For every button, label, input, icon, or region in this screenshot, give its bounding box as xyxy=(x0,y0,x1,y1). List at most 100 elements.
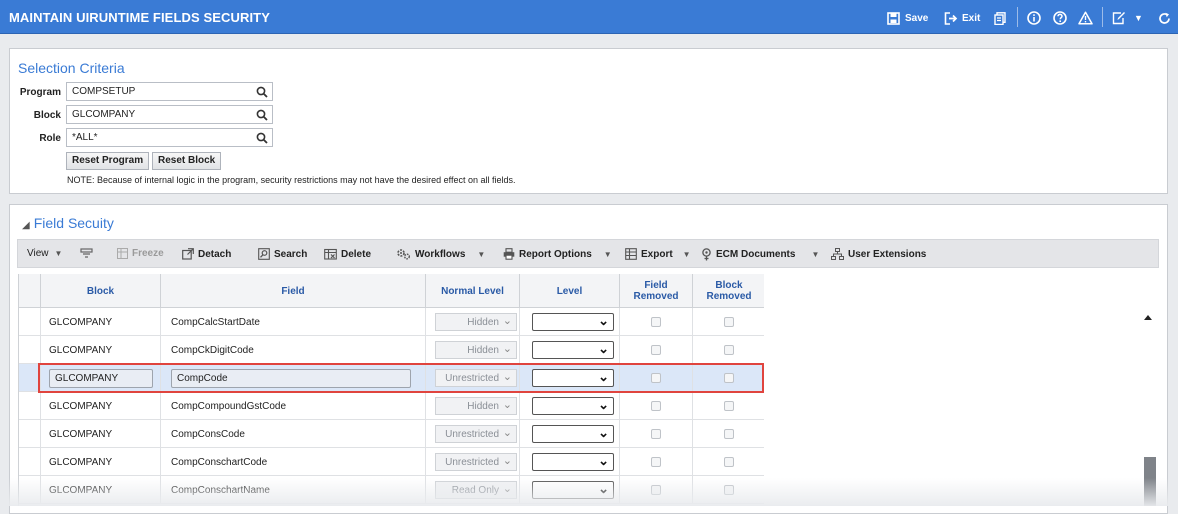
block-field[interactable]: GLCOMPANY xyxy=(66,105,273,124)
scroll-thumb[interactable] xyxy=(1144,457,1156,506)
level-select[interactable] xyxy=(532,313,614,331)
block-cell: GLCOMPANY xyxy=(49,344,113,356)
column-header-block[interactable]: Block xyxy=(41,274,161,308)
refresh-button[interactable] xyxy=(1158,9,1171,27)
export-menu[interactable]: Export ▼ xyxy=(625,248,691,260)
ecm-icon xyxy=(702,248,711,261)
row-selector[interactable] xyxy=(19,476,41,504)
document-icon xyxy=(994,11,1006,25)
save-label: Save xyxy=(905,12,929,24)
field-cell[interactable]: CompCode xyxy=(171,368,411,388)
workflows-menu[interactable]: Workflows ▼ xyxy=(396,248,485,260)
column-header-normal-level[interactable]: Normal Level xyxy=(426,274,520,308)
row-selector[interactable] xyxy=(19,336,41,364)
detach-button[interactable]: Detach xyxy=(182,248,231,260)
level-select[interactable] xyxy=(532,481,614,499)
view-label: View xyxy=(27,248,49,259)
field-removed-checkbox[interactable] xyxy=(651,429,661,439)
normal-level-select: Unrestricted xyxy=(435,453,517,471)
column-header-field-removed[interactable]: Field Removed xyxy=(620,274,693,308)
filter-icon xyxy=(80,248,93,258)
reset-program-button[interactable]: Reset Program xyxy=(66,152,150,170)
row-selector[interactable] xyxy=(19,308,41,336)
program-field[interactable]: COMPSETUP xyxy=(66,82,273,101)
user-extensions-button[interactable]: User Extensions xyxy=(831,248,926,260)
field-cell: CompConschartCode xyxy=(171,456,268,468)
column-header-text: Removed xyxy=(706,291,752,302)
block-removed-checkbox[interactable] xyxy=(724,373,734,383)
table-row[interactable]: GLCOMPANY CompCompoundGstCode Hidden xyxy=(19,392,764,420)
security-note: NOTE: Because of internal logic in the p… xyxy=(67,175,516,185)
report-options-label: Report Options xyxy=(519,248,592,260)
search-label: Search xyxy=(274,248,308,260)
program-value: COMPSETUP xyxy=(72,86,136,97)
save-button[interactable]: Save xyxy=(887,9,928,27)
field-removed-checkbox[interactable] xyxy=(651,345,661,355)
grid-toolbar: View ▼ Freeze Detach Search Delete Workf… xyxy=(17,239,1159,268)
role-value: *ALL* xyxy=(72,132,98,143)
block-cell[interactable]: GLCOMPANY xyxy=(49,368,153,388)
row-selector[interactable] xyxy=(19,392,41,420)
search-icon[interactable] xyxy=(256,86,268,98)
column-header-level[interactable]: Level xyxy=(520,274,620,308)
warning-button[interactable] xyxy=(1078,9,1093,27)
collapse-icon: ◢ xyxy=(22,220,30,231)
help-button[interactable] xyxy=(1053,9,1067,27)
page-title: MAINTAIN UIRUNTIME FIELDS SECURITY xyxy=(9,10,270,25)
freeze-icon xyxy=(117,248,128,259)
delete-button[interactable]: Delete xyxy=(324,248,371,260)
block-cell: GLCOMPANY xyxy=(49,400,113,412)
filter-button[interactable] xyxy=(80,248,93,260)
field-security-header[interactable]: ◢ Field Secuity xyxy=(22,215,114,231)
search-icon[interactable] xyxy=(256,109,268,121)
chevron-down-icon: ▼ xyxy=(477,249,486,259)
reset-block-button[interactable]: Reset Block xyxy=(152,152,222,170)
row-selector[interactable] xyxy=(19,420,41,448)
search-icon[interactable] xyxy=(256,132,268,144)
level-select[interactable] xyxy=(532,369,614,387)
table-row[interactable]: GLCOMPANY CompConschartCode Unrestricted xyxy=(19,448,764,476)
search-button[interactable]: Search xyxy=(258,248,307,260)
view-menu[interactable]: View ▼ xyxy=(27,248,62,259)
table-row[interactable]: GLCOMPANY CompConschartName Read Only xyxy=(19,476,764,504)
column-header-text: Field xyxy=(644,280,668,291)
table-row-selected[interactable]: GLCOMPANY CompCode Unrestricted xyxy=(19,364,764,392)
table-row[interactable]: GLCOMPANY CompConsCode Unrestricted xyxy=(19,420,764,448)
field-removed-checkbox[interactable] xyxy=(651,317,661,327)
block-removed-checkbox[interactable] xyxy=(724,457,734,467)
field-removed-checkbox[interactable] xyxy=(651,457,661,467)
level-select[interactable] xyxy=(532,341,614,359)
level-select[interactable] xyxy=(532,453,614,471)
table-row[interactable]: GLCOMPANY CompCkDigitCode Hidden xyxy=(19,336,764,364)
info-icon xyxy=(1027,11,1041,25)
edit-menu-button[interactable]: ▼ xyxy=(1112,9,1143,27)
level-select[interactable] xyxy=(532,397,614,415)
grid-scrollbar[interactable] xyxy=(1141,309,1158,506)
table-row[interactable]: GLCOMPANY CompCalcStartDate Hidden xyxy=(19,308,764,336)
column-header-block-removed[interactable]: Block Removed xyxy=(693,274,764,308)
row-selector[interactable] xyxy=(19,448,41,476)
block-removed-checkbox[interactable] xyxy=(724,317,734,327)
freeze-button[interactable]: Freeze xyxy=(117,248,164,259)
exit-button[interactable]: Exit xyxy=(944,9,980,27)
normal-level-select: Unrestricted xyxy=(435,369,517,387)
field-removed-checkbox[interactable] xyxy=(651,401,661,411)
column-header-text: Removed xyxy=(633,291,679,302)
row-selector[interactable] xyxy=(19,364,41,392)
role-field[interactable]: *ALL* xyxy=(66,128,273,147)
block-removed-checkbox[interactable] xyxy=(724,485,734,495)
field-removed-checkbox[interactable] xyxy=(651,373,661,383)
ecm-documents-menu[interactable]: ECM Documents ▼ xyxy=(701,248,819,261)
field-removed-checkbox[interactable] xyxy=(651,485,661,495)
report-options-menu[interactable]: Report Options ▼ xyxy=(503,248,612,260)
field-cell: CompCkDigitCode xyxy=(171,344,254,356)
level-select[interactable] xyxy=(532,425,614,443)
info-button[interactable] xyxy=(1027,9,1041,27)
gears-icon xyxy=(397,249,410,260)
block-removed-checkbox[interactable] xyxy=(724,429,734,439)
block-removed-checkbox[interactable] xyxy=(724,401,734,411)
block-removed-checkbox[interactable] xyxy=(724,345,734,355)
column-header-field[interactable]: Field xyxy=(161,274,426,308)
document-button[interactable] xyxy=(994,9,1006,27)
scroll-up-icon[interactable] xyxy=(1144,315,1152,320)
